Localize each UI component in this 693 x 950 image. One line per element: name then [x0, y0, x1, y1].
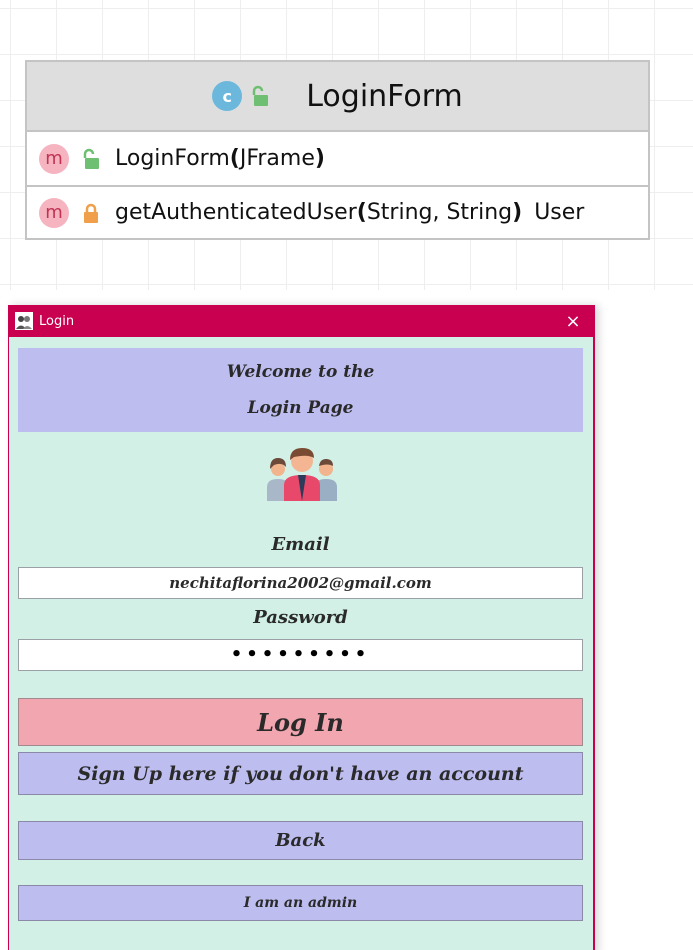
method-name: LoginForm [115, 146, 230, 171]
method-close-paren: ) [512, 200, 523, 225]
method-params: String, String [366, 200, 513, 225]
login-window: Login × Welcome to the Login Page Email … [8, 305, 595, 950]
uml-diagram-canvas: c LoginForm m LoginForm(JFrame) m getAut… [0, 0, 693, 290]
method-params: JFrame [239, 146, 315, 171]
email-label: Email [271, 534, 330, 555]
locked-icon [84, 203, 98, 223]
method-badge-icon: m [39, 197, 69, 228]
method-close-paren: ) [314, 146, 325, 171]
welcome-banner: Welcome to the Login Page [18, 348, 583, 432]
password-label: Password [253, 607, 348, 628]
users-group-icon [267, 448, 337, 501]
welcome-line-1: Welcome to the [226, 362, 375, 382]
uml-method-row[interactable]: m LoginForm(JFrame) [27, 132, 648, 185]
back-button[interactable]: Back [18, 821, 583, 860]
email-field[interactable]: nechitaflorina2002@gmail.com [18, 567, 583, 599]
app-logo-icon [15, 312, 33, 330]
uml-class-box[interactable]: c LoginForm m LoginForm(JFrame) m getAut… [25, 60, 650, 240]
class-badge-icon: c [212, 81, 243, 111]
method-return-type: User [534, 200, 585, 225]
uml-method-row[interactable]: m getAuthenticatedUser(String, String) U… [27, 185, 648, 238]
unlocked-icon [83, 148, 99, 169]
method-open-paren: ( [229, 146, 240, 171]
window-titlebar[interactable]: Login × [9, 305, 593, 337]
uml-class-header: c LoginForm [27, 62, 648, 132]
method-badge-icon: m [39, 143, 69, 174]
login-button[interactable]: Log In [18, 698, 583, 746]
close-icon[interactable]: × [553, 311, 593, 332]
class-name: LoginForm [306, 78, 463, 114]
password-field[interactable]: ••••••••• [18, 639, 583, 671]
welcome-line-2: Login Page [247, 398, 354, 418]
method-open-paren: ( [356, 200, 367, 225]
method-name: getAuthenticatedUser [115, 200, 357, 225]
unlocked-icon [252, 85, 269, 106]
window-title: Login [39, 313, 75, 329]
signup-button[interactable]: Sign Up here if you don't have an accoun… [18, 752, 583, 795]
admin-button[interactable]: I am an admin [18, 885, 583, 921]
